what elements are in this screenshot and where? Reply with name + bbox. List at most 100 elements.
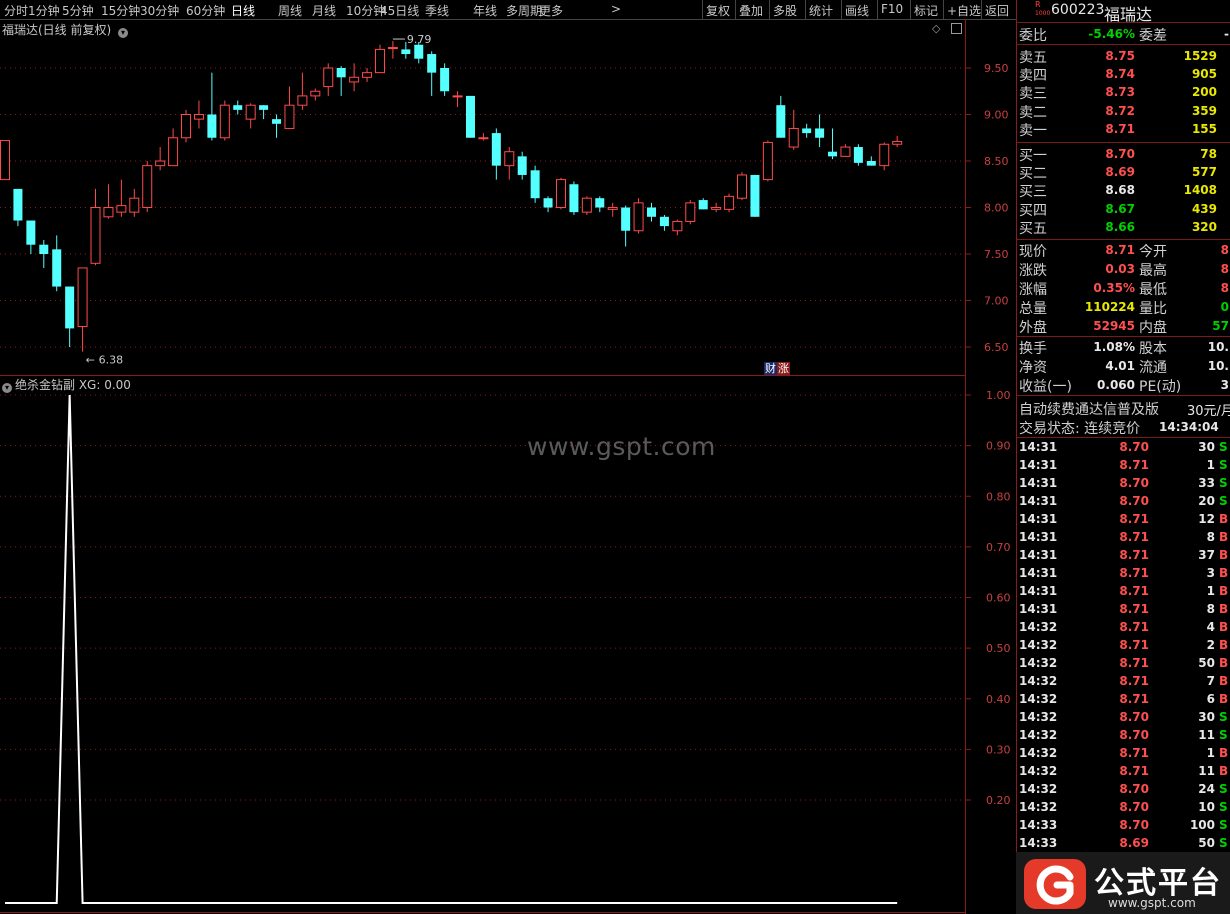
tick-price: 8.70: [1119, 782, 1149, 796]
candle[interactable]: [168, 128, 179, 167]
candle[interactable]: [207, 72, 217, 141]
tick-row[interactable]: 14:32 8.71 1 B: [1017, 746, 1230, 764]
tick-row[interactable]: 14:31 8.71 12 B: [1017, 512, 1230, 530]
candle[interactable]: [26, 220, 36, 254]
candle[interactable]: [0, 140, 10, 181]
tick-row[interactable]: 14:31 8.71 1 S: [1017, 458, 1230, 476]
rise-badge[interactable]: 涨: [777, 362, 790, 375]
candle[interactable]: [387, 41, 398, 59]
candle[interactable]: [284, 86, 295, 129]
tick-row[interactable]: 14:32 8.70 11 S: [1017, 728, 1230, 746]
candle[interactable]: [142, 161, 153, 213]
candle[interactable]: [129, 188, 140, 217]
tick-row[interactable]: 14:32 8.71 2 B: [1017, 638, 1230, 656]
candle[interactable]: [181, 109, 192, 143]
candle[interactable]: [90, 188, 101, 266]
candle[interactable]: [440, 63, 450, 96]
candle[interactable]: [672, 219, 683, 236]
candle[interactable]: [155, 147, 166, 171]
candle[interactable]: [39, 240, 49, 268]
candle[interactable]: [853, 144, 863, 166]
candle[interactable]: [555, 177, 566, 210]
candle[interactable]: [543, 196, 553, 213]
tick-row[interactable]: 14:31 8.70 33 S: [1017, 476, 1230, 494]
tick-row[interactable]: 14:31 8.70 20 S: [1017, 494, 1230, 512]
candle[interactable]: [272, 114, 282, 138]
candle[interactable]: [52, 235, 62, 292]
tick-row[interactable]: 14:31 8.71 1 B: [1017, 584, 1230, 602]
candle[interactable]: [828, 128, 838, 160]
candle[interactable]: [517, 151, 527, 180]
candle[interactable]: [892, 135, 903, 148]
tick-row[interactable]: 14:31 8.71 37 B: [1017, 548, 1230, 566]
candle[interactable]: [840, 144, 851, 157]
candle[interactable]: [362, 68, 373, 82]
ad-text[interactable]: 自动续费通达信普及版: [1019, 399, 1159, 419]
candle[interactable]: [77, 267, 88, 352]
candle[interactable]: [116, 179, 127, 217]
candle[interactable]: [866, 156, 876, 166]
candle[interactable]: [374, 44, 385, 74]
candle[interactable]: [737, 172, 748, 201]
candle[interactable]: [427, 51, 437, 96]
candle[interactable]: [621, 205, 631, 247]
candle[interactable]: [776, 95, 786, 138]
candle[interactable]: [219, 100, 230, 141]
candle[interactable]: [685, 200, 696, 225]
candle[interactable]: [633, 198, 644, 234]
bid-volume: 439: [1191, 201, 1217, 216]
candle[interactable]: [336, 66, 346, 96]
candle[interactable]: [323, 63, 334, 96]
candle[interactable]: [802, 123, 812, 138]
tick-row[interactable]: 14:32 8.71 11 B: [1017, 764, 1230, 782]
candle[interactable]: [607, 202, 618, 217]
tick-row[interactable]: 14:33 8.70 100 S: [1017, 818, 1230, 836]
candle[interactable]: [478, 133, 489, 141]
candle[interactable]: [297, 72, 308, 110]
tick-row[interactable]: 14:31 8.70 30 S: [1017, 440, 1230, 458]
candle[interactable]: [245, 103, 256, 129]
candle[interactable]: [750, 174, 760, 217]
candle[interactable]: [659, 214, 669, 231]
candle[interactable]: [65, 286, 75, 347]
candle[interactable]: [491, 128, 501, 180]
candle[interactable]: [724, 193, 735, 213]
tick-direction: B: [1219, 692, 1229, 706]
tick-row[interactable]: 14:32 8.70 30 S: [1017, 710, 1230, 728]
tick-row[interactable]: 14:31 8.71 8 B: [1017, 530, 1230, 548]
finance-badge[interactable]: 财: [764, 362, 777, 375]
candle[interactable]: [788, 109, 799, 150]
candle[interactable]: [13, 188, 23, 227]
tick-row[interactable]: 14:32 8.70 10 S: [1017, 800, 1230, 818]
candle[interactable]: [581, 196, 592, 215]
candle[interactable]: [465, 95, 475, 138]
candle[interactable]: [815, 114, 825, 148]
candle[interactable]: [879, 142, 890, 171]
event-badges[interactable]: 财涨: [764, 360, 790, 376]
tick-row[interactable]: 14:32 8.71 50 B: [1017, 656, 1230, 674]
candle[interactable]: [647, 202, 656, 222]
tick-row[interactable]: 14:31 8.71 3 B: [1017, 566, 1230, 584]
candle[interactable]: [193, 100, 204, 129]
candle[interactable]: [569, 181, 579, 215]
candle[interactable]: [595, 196, 605, 213]
tick-row[interactable]: 14:31 8.71 8 B: [1017, 602, 1230, 620]
tick-row[interactable]: 14:32 8.71 7 B: [1017, 674, 1230, 692]
tick-row[interactable]: 14:32 8.71 4 B: [1017, 620, 1230, 638]
kline-chart[interactable]: 9.50 9.00 8.50 8.00 7.50 7.00 6.50 9.79 ← 6.38 1.0…: [0, 0, 1016, 914]
tick-direction: B: [1219, 584, 1229, 598]
ad-price[interactable]: 30元/月: [1187, 400, 1230, 419]
candle[interactable]: [504, 147, 515, 180]
candle[interactable]: [103, 184, 114, 219]
candle[interactable]: [530, 165, 540, 203]
candle-body: [607, 207, 618, 210]
candle[interactable]: [711, 202, 722, 213]
candle[interactable]: [452, 91, 463, 108]
tick-row[interactable]: 14:32 8.70 24 S: [1017, 782, 1230, 800]
candle[interactable]: [233, 100, 243, 115]
candle[interactable]: [698, 198, 708, 210]
candle[interactable]: [259, 105, 269, 120]
candle[interactable]: [310, 88, 321, 101]
tick-row[interactable]: 14:32 8.71 6 B: [1017, 692, 1230, 710]
candle[interactable]: [762, 140, 773, 182]
